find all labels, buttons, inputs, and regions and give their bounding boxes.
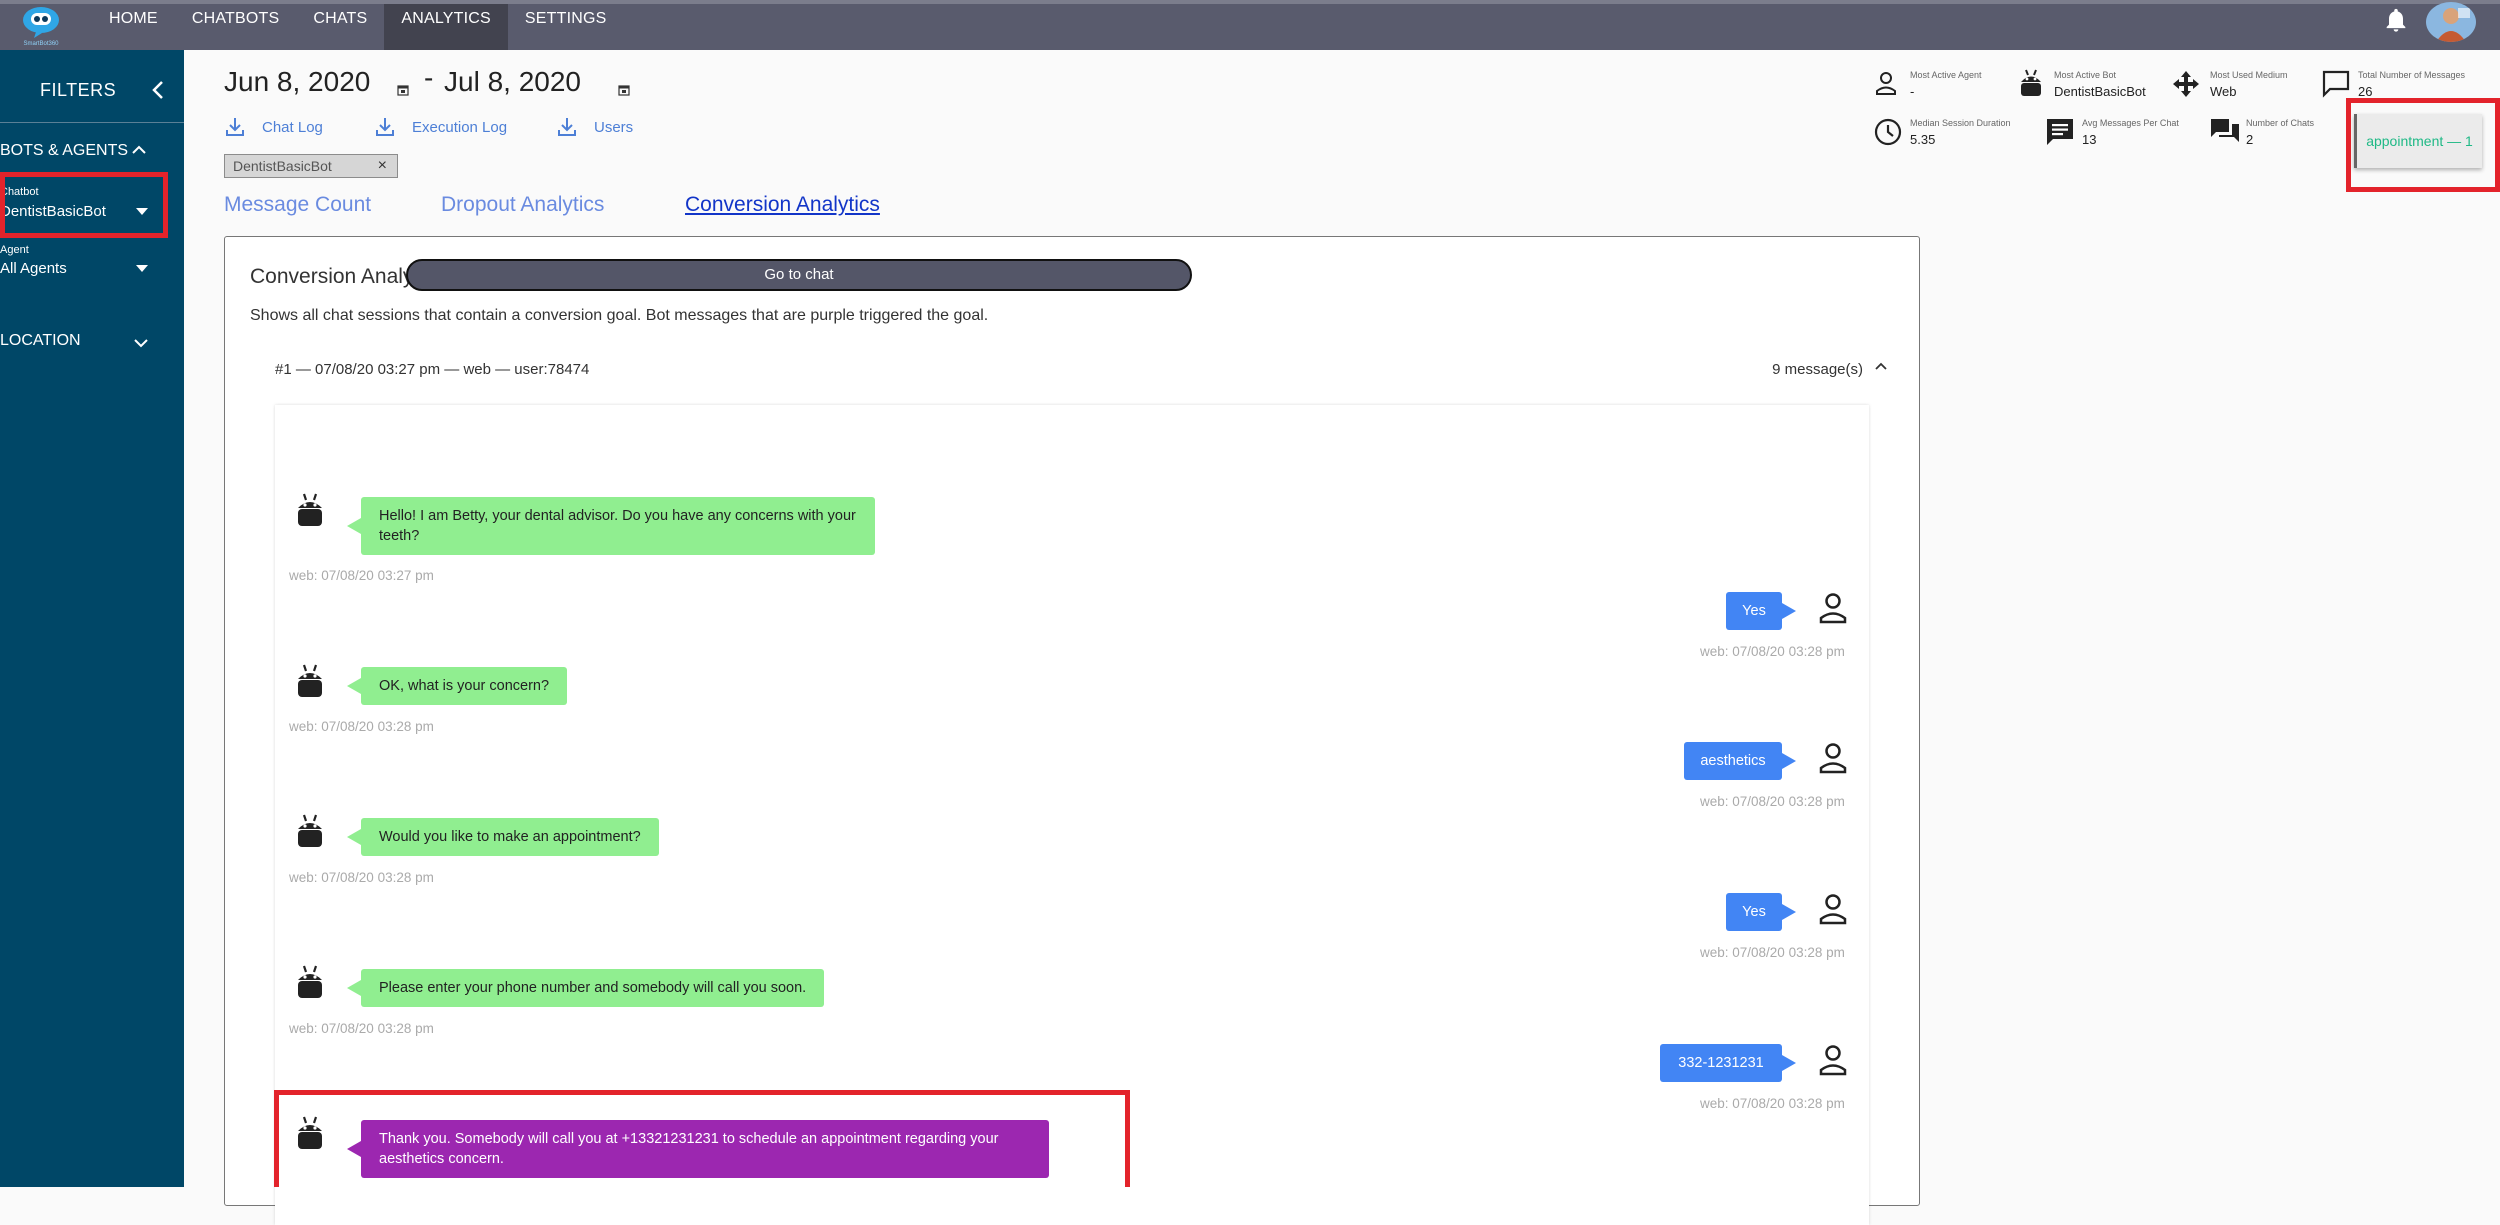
- message-timestamp: web: 07/08/20 03:28 pm: [1700, 794, 1845, 809]
- chat-bubble-icon: [2322, 70, 2350, 98]
- person-icon: [1876, 72, 1896, 95]
- users-link[interactable]: Users: [556, 116, 633, 138]
- stat-value: DentistBasicBot: [2054, 84, 2146, 99]
- chatbot-label: Chatbot: [0, 186, 39, 198]
- start-date[interactable]: Jun 8, 2020: [224, 66, 370, 98]
- date-separator: -: [424, 62, 434, 93]
- chat-log-label[interactable]: Chat Log: [262, 119, 323, 136]
- message-timestamp: web: 07/08/20 03:28 pm: [1700, 945, 1845, 960]
- bot-message: OK, what is your concern?: [346, 667, 568, 705]
- person-icon: [1819, 593, 1847, 624]
- bot-message: Hello! I am Betty, your dental advisor. …: [347, 497, 875, 555]
- message-timestamp: web: 07/08/20 03:27 pm: [289, 568, 434, 583]
- download-icon: [226, 118, 244, 136]
- logo-text: SmartBot360: [23, 41, 59, 47]
- bot-icon: [298, 965, 322, 998]
- tab-conversion-analytics[interactable]: Conversion Analytics: [685, 193, 880, 217]
- stat-label: Total Number of Messages: [2358, 70, 2466, 80]
- session-message-count: 9 message(s): [1772, 361, 1863, 378]
- download-icon: [558, 118, 576, 136]
- agent-select[interactable]: All Agents: [0, 260, 67, 277]
- chevron-left-icon[interactable]: [148, 78, 168, 102]
- forum-icon: [2211, 119, 2239, 142]
- nav-chats[interactable]: CHATS: [296, 4, 384, 50]
- stat-value: 5.35: [1910, 132, 1936, 147]
- message-timestamp: web: 07/08/20 03:28 pm: [289, 1021, 434, 1036]
- nav-analytics[interactable]: ANALYTICS: [384, 4, 508, 50]
- stat-label: Most Active Agent: [1910, 70, 1982, 80]
- execution-log-link[interactable]: Execution Log: [374, 116, 507, 138]
- chatbot-select[interactable]: DentistBasicBot: [0, 203, 106, 220]
- message-timestamp: web: 07/08/20 03:28 pm: [289, 870, 434, 885]
- user-message: aesthetics: [1684, 742, 1796, 780]
- filters-title: FILTERS: [40, 80, 117, 100]
- caret-down-icon[interactable]: [136, 265, 148, 273]
- main-nav: HOME CHATBOTS CHATS ANALYTICS SETTINGS: [92, 4, 624, 50]
- stat-value: Web: [2210, 84, 2237, 99]
- message-lines-icon: [2047, 119, 2073, 145]
- user-message: Yes: [1726, 592, 1796, 630]
- user-message: Yes: [1726, 893, 1796, 931]
- nav-chatbots[interactable]: CHATBOTS: [175, 4, 297, 50]
- user-message: 332-1231231: [1660, 1044, 1796, 1082]
- go-to-chat-button[interactable]: Go to chat: [406, 259, 1192, 291]
- filters-sidebar: FILTERS BOTS & AGENTS Chatbot DentistBas…: [0, 50, 184, 1187]
- stat-label: Most Used Medium: [2210, 70, 2288, 80]
- calendar-icon[interactable]: [397, 84, 409, 96]
- bot-icon: [298, 1116, 322, 1149]
- chevron-up-icon[interactable]: [1873, 359, 1889, 373]
- stat-value: 26: [2358, 84, 2373, 99]
- execution-log-label[interactable]: Execution Log: [412, 119, 507, 136]
- bots-agents-section[interactable]: BOTS & AGENTS: [0, 142, 128, 160]
- stat-value: -: [1910, 84, 1915, 99]
- goal-bot-message: Thank you. Somebody will call you at +13…: [347, 1120, 1049, 1178]
- chat-log-link[interactable]: Chat Log: [224, 116, 323, 138]
- message-timestamp: web: 07/08/20 03:28 pm: [1700, 1096, 1845, 1111]
- message-timestamp: web: 07/08/20 03:28 pm: [289, 719, 434, 734]
- calendar-icon[interactable]: [618, 84, 630, 96]
- notification-bell-icon[interactable]: [2382, 6, 2410, 34]
- close-icon[interactable]: ×: [378, 155, 387, 177]
- users-label[interactable]: Users: [594, 119, 633, 136]
- session-header[interactable]: #1 — 07/08/20 03:27 pm — web — user:7847…: [275, 361, 589, 378]
- bot-message: Would you like to make an appointment?: [347, 818, 659, 856]
- caret-down-icon[interactable]: [136, 208, 148, 216]
- smartbot-logo-icon[interactable]: SmartBot360: [12, 2, 70, 48]
- bot-icon: [298, 664, 322, 697]
- location-section[interactable]: LOCATION: [0, 332, 81, 350]
- agent-label: Agent: [0, 244, 29, 256]
- stat-value: 13: [2082, 132, 2097, 147]
- chevron-up-icon[interactable]: [130, 142, 148, 156]
- panel-description: Shows all chat sessions that contain a c…: [250, 307, 989, 324]
- clock-icon: [1874, 118, 1902, 146]
- sidebar-divider: [0, 122, 184, 123]
- bot-message: Please enter your phone number and someb…: [346, 969, 825, 1007]
- bot-icon: [2021, 69, 2041, 96]
- person-icon: [1819, 894, 1847, 925]
- stat-label: Most Active Bot: [2054, 70, 2117, 80]
- filter-chip: DentistBasicBot ×: [224, 154, 398, 178]
- stat-label: Avg Messages Per Chat: [2082, 118, 2179, 128]
- stat-label: Number of Chats: [2246, 118, 2315, 128]
- download-icon: [376, 118, 394, 136]
- nav-settings[interactable]: SETTINGS: [508, 4, 624, 50]
- stat-value: 2: [2246, 132, 2254, 147]
- stat-label: Median Session Duration: [1910, 118, 2011, 128]
- conversion-goal-card[interactable]: appointment — 1: [2354, 114, 2482, 168]
- message-timestamp: web: 07/08/20 03:28 pm: [1700, 644, 1845, 659]
- filter-chip-label: DentistBasicBot: [233, 158, 332, 174]
- top-navbar: SmartBot360 HOME CHATBOTS CHATS ANALYTIC…: [0, 0, 2500, 50]
- tab-dropout-analytics[interactable]: Dropout Analytics: [441, 193, 604, 217]
- nav-home[interactable]: HOME: [92, 4, 175, 50]
- user-avatar[interactable]: [2426, 2, 2476, 42]
- bot-icon: [298, 814, 322, 847]
- person-icon: [1819, 743, 1847, 774]
- tab-message-count[interactable]: Message Count: [224, 193, 371, 217]
- end-date[interactable]: Jul 8, 2020: [444, 66, 581, 98]
- move-arrows-icon: [2173, 71, 2199, 97]
- bot-icon: [298, 493, 322, 526]
- person-icon: [1819, 1045, 1847, 1076]
- chevron-down-icon[interactable]: [132, 336, 150, 350]
